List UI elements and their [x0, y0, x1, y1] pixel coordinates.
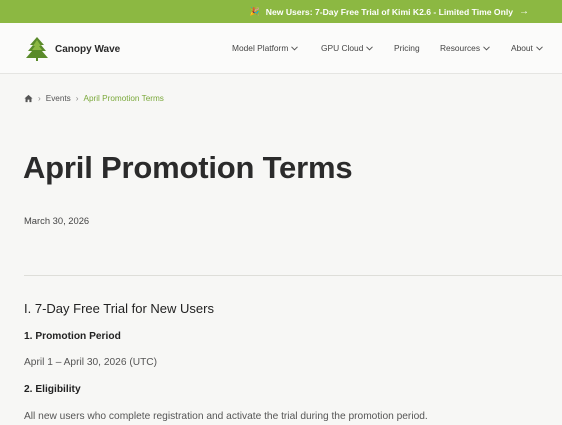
party-popper-icon: 🎉	[249, 7, 260, 16]
page-title: April Promotion Terms	[23, 150, 353, 185]
arrow-right-icon[interactable]: →	[519, 6, 529, 17]
nav-label: Resources	[440, 43, 481, 53]
promotion-period-text: April 1 – April 30, 2026 (UTC)	[24, 357, 158, 368]
chevron-down-icon	[366, 45, 374, 51]
nav-label: GPU Cloud	[321, 43, 364, 53]
breadcrumb-separator: ›	[38, 94, 41, 103]
eligibility-heading: 2. Eligibility	[24, 384, 81, 395]
logo-text: Canopy Wave	[55, 43, 121, 55]
breadcrumb-events[interactable]: Events	[46, 94, 71, 103]
nav-label: About	[511, 43, 533, 53]
divider	[24, 275, 562, 276]
chevron-down-icon	[483, 45, 490, 51]
nav-pricing[interactable]: Pricing	[394, 43, 420, 53]
promo-banner[interactable]: 🎉 New Users: 7-Day Free Trial of Kimi K2…	[0, 0, 562, 23]
nav-gpu-cloud[interactable]: GPU Cloud	[321, 43, 374, 53]
tree-logo-icon	[26, 37, 48, 61]
publish-date: March 30, 2026	[24, 215, 90, 226]
promo-text[interactable]: New Users: 7-Day Free Trial of Kimi K2.6…	[266, 7, 513, 17]
nav-label: Model Platform	[232, 43, 289, 53]
eligibility-text: All new users who complete registration …	[24, 411, 428, 422]
nav-model-platform[interactable]: Model Platform	[232, 43, 299, 53]
logo[interactable]: Canopy Wave	[24, 36, 120, 62]
breadcrumb-separator: ›	[75, 94, 79, 103]
promotion-period-heading: 1. Promotion Period	[24, 331, 121, 342]
breadcrumb: › Events › April Promotion Terms	[24, 94, 164, 103]
nav-label: Pricing	[394, 43, 420, 53]
section-heading: I. 7-Day Free Trial for New Users	[24, 301, 214, 316]
nav-about[interactable]: About	[511, 43, 543, 53]
site-header: Canopy Wave Model Platform GPU Cloud Pri…	[0, 23, 562, 74]
breadcrumb-current: April Promotion Terms	[83, 94, 164, 103]
chevron-down-icon	[291, 45, 299, 51]
home-icon[interactable]	[24, 94, 33, 103]
nav-resources[interactable]: Resources	[440, 43, 490, 53]
chevron-down-icon	[536, 45, 543, 51]
